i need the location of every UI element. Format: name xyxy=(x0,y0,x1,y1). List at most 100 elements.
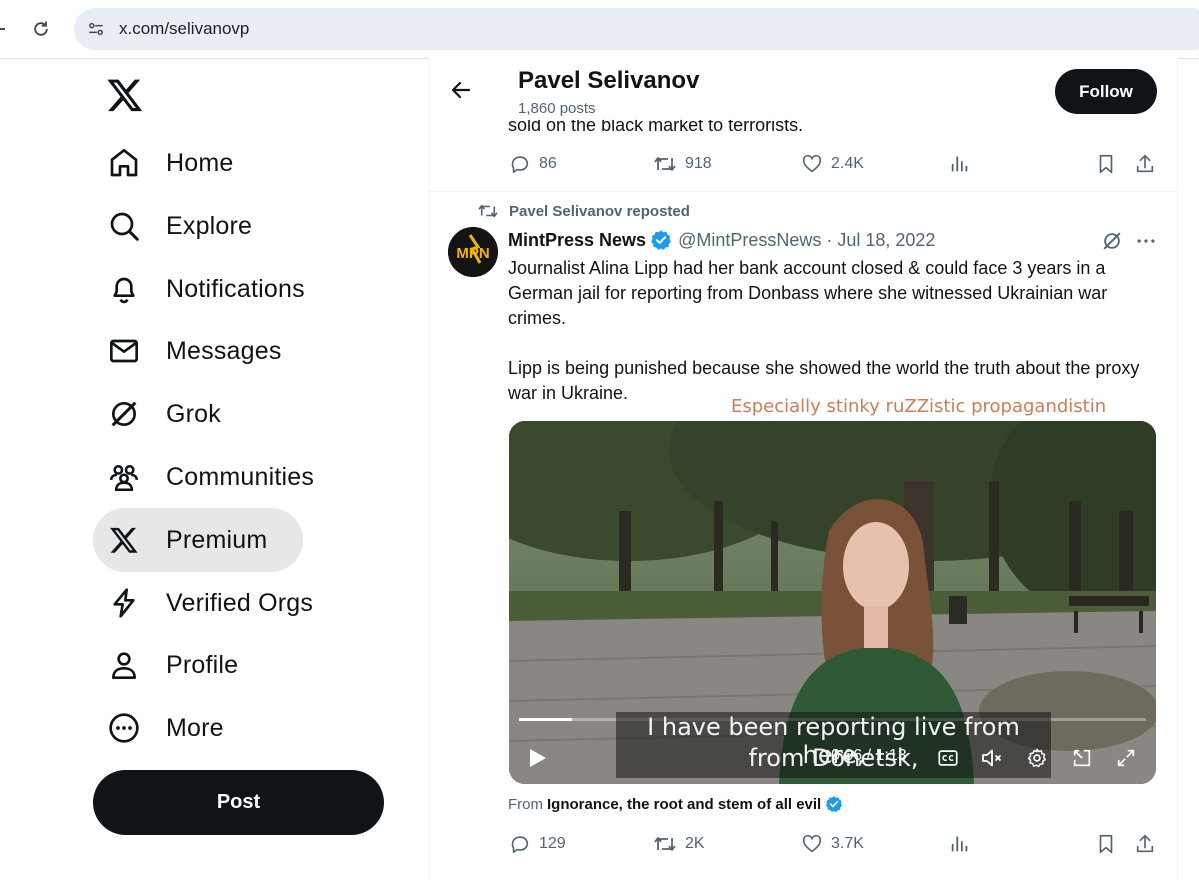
sidebar-item-label: Explore xyxy=(166,211,253,240)
sidebar-item-label: Grok xyxy=(166,399,221,428)
main-timeline[interactable]: sold on the black market to terrorists. … xyxy=(428,58,1178,880)
url-text[interactable]: x.com/selivanovp xyxy=(119,19,249,39)
sidebar-item-premium[interactable]: Premium xyxy=(93,508,303,572)
sidebar-item-explore[interactable]: Explore xyxy=(93,194,272,258)
grok-explain-button[interactable] xyxy=(1100,229,1124,253)
search-icon xyxy=(107,209,141,243)
play-button[interactable] xyxy=(525,746,549,770)
like-button[interactable]: 3.7K xyxy=(801,829,864,859)
sidebar-item-label: Premium xyxy=(166,525,268,554)
reload-button[interactable] xyxy=(29,17,53,41)
people-icon xyxy=(107,460,141,494)
sidebar-item-grok[interactable]: Grok xyxy=(93,382,241,446)
repost-count: 918 xyxy=(685,155,712,172)
captions-button[interactable] xyxy=(935,745,961,771)
repost-count: 2K xyxy=(685,835,705,852)
bookmark-icon xyxy=(1099,154,1113,174)
forward-arrow-icon[interactable] xyxy=(0,22,6,36)
sidebar-item-profile[interactable]: Profile xyxy=(93,633,258,697)
views-chart-icon xyxy=(951,836,968,852)
sidebar-item-more[interactable]: More xyxy=(93,696,244,760)
play-icon xyxy=(530,749,546,767)
avatar[interactable]: MPN xyxy=(448,227,498,277)
sidebar-item-messages[interactable]: Messages xyxy=(93,319,302,383)
author-handle[interactable]: @MintPressNews xyxy=(678,230,821,251)
reply-button[interactable]: 86 xyxy=(509,149,557,179)
share-button[interactable] xyxy=(1134,149,1156,179)
avatar-logo-text: MPN xyxy=(456,245,489,262)
repost-icon xyxy=(654,837,676,851)
sidebar-item-label: More xyxy=(166,713,224,742)
post-count: 1,860 posts xyxy=(518,100,596,117)
mute-button[interactable] xyxy=(979,745,1005,771)
views-chart-icon xyxy=(951,156,968,172)
repost-button[interactable]: 2K xyxy=(653,829,705,859)
bookmark-button[interactable] xyxy=(1095,149,1117,179)
x-logo-icon[interactable] xyxy=(106,76,144,114)
sidebar-item-label: Messages xyxy=(166,336,282,365)
video-player[interactable]: I have been reporting live from here, fr… xyxy=(509,421,1156,784)
like-button[interactable]: 2.4K xyxy=(801,149,864,179)
video-progress-fill xyxy=(519,718,573,721)
envelope-icon xyxy=(107,334,141,368)
sidebar-item-notifications[interactable]: Notifications xyxy=(93,257,325,321)
sidebar-item-verified-orgs[interactable]: Verified Orgs xyxy=(93,571,333,635)
address-bar[interactable]: x.com/selivanovp xyxy=(74,8,1199,50)
video-attribution: From Ignorance, the root and stem of all… xyxy=(508,795,843,813)
tweet-date[interactable]: Jul 18, 2022 xyxy=(837,230,935,251)
pip-button[interactable] xyxy=(1069,745,1095,771)
site-info-icon[interactable] xyxy=(84,17,108,41)
lightning-icon xyxy=(107,586,141,620)
share-icon xyxy=(1136,154,1154,173)
reply-icon xyxy=(511,836,529,854)
views-button[interactable] xyxy=(949,829,971,859)
back-arrow-icon xyxy=(451,81,471,99)
bell-icon xyxy=(107,272,141,306)
video-settings-button[interactable] xyxy=(1024,745,1050,771)
profile-name: Pavel Selivanov xyxy=(518,67,700,94)
meta-separator: · xyxy=(826,229,833,250)
repost-button[interactable]: 918 xyxy=(653,149,712,179)
share-button[interactable] xyxy=(1134,829,1156,859)
reply-icon xyxy=(511,156,529,174)
reply-count: 129 xyxy=(539,835,566,852)
reload-icon xyxy=(34,21,48,36)
tweet-action-bar: 129 2K 3.7K xyxy=(509,829,1159,859)
overlay-caption: Especially stinky ruZZistic propagandist… xyxy=(731,396,1107,417)
person-icon xyxy=(107,648,141,682)
fullscreen-button[interactable] xyxy=(1113,745,1139,771)
tweet-author-line: MintPress News @MintPressNews · Jul 18, … xyxy=(508,229,935,251)
heart-icon xyxy=(802,834,822,853)
more-dots-icon xyxy=(1137,239,1155,243)
reply-button[interactable]: 129 xyxy=(509,829,566,859)
sidebar-item-communities[interactable]: Communities xyxy=(93,445,334,509)
from-prefix: From xyxy=(508,795,543,813)
more-circle-icon xyxy=(107,711,141,745)
sidebar-item-home[interactable]: Home xyxy=(93,131,254,195)
views-button[interactable] xyxy=(949,149,971,179)
verified-badge-icon xyxy=(825,795,843,813)
like-count: 2.4K xyxy=(831,155,864,172)
verified-badge-icon[interactable] xyxy=(650,229,672,251)
sidebar-item-label: Communities xyxy=(166,462,315,491)
browser-toolbar: x.com/selivanovp xyxy=(0,0,1199,59)
bookmark-button[interactable] xyxy=(1095,829,1117,859)
sidebar-item-label: Home xyxy=(166,148,234,177)
grok-icon xyxy=(107,397,141,431)
tweet-more-button[interactable] xyxy=(1134,229,1158,253)
author-name[interactable]: MintPress News xyxy=(508,230,646,251)
bookmark-icon xyxy=(1099,834,1113,854)
x-logo-icon xyxy=(107,523,141,557)
tweet-divider xyxy=(429,191,1177,192)
heart-icon xyxy=(802,154,822,173)
tweet-text-paragraph-1: Journalist Alina Lipp had her bank accou… xyxy=(508,258,1108,328)
repost-indicator[interactable]: Pavel Selivanov reposted xyxy=(477,202,690,220)
from-account-name[interactable]: Ignorance, the root and stem of all evil xyxy=(547,796,821,813)
fullscreen-icon xyxy=(1117,749,1135,767)
repost-icon xyxy=(478,204,498,218)
follow-button[interactable]: Follow xyxy=(1055,69,1157,114)
gear-icon xyxy=(1027,748,1046,768)
back-button[interactable] xyxy=(447,76,475,104)
post-button[interactable]: Post xyxy=(93,770,384,835)
speaker-muted-icon xyxy=(982,749,1002,767)
